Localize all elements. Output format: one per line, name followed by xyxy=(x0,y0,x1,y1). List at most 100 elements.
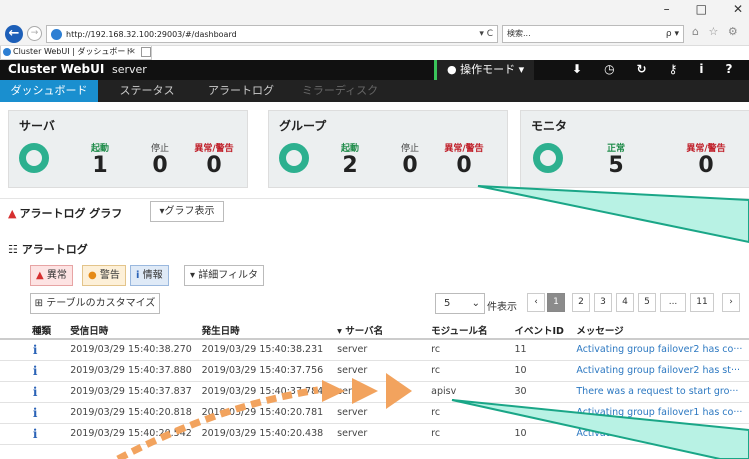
info-icon: i xyxy=(0,339,71,361)
pager-page-11[interactable]: 11 xyxy=(690,293,714,312)
pager-page-3[interactable]: 3 xyxy=(594,293,612,312)
cell-server: server xyxy=(323,402,432,424)
cell-message[interactable]: Activating group failover2 has co··· xyxy=(576,339,749,361)
group-error-count: 0 xyxy=(456,153,472,178)
table-icon: ⊞ xyxy=(34,298,44,309)
filter-warning-label: 警告 xyxy=(99,270,120,281)
server-card[interactable]: サーバ 起動 1 停止 0 異常/警告 0 xyxy=(8,110,248,188)
monitor-card[interactable]: モニタ 正常 5 異常/警告 0 xyxy=(520,110,749,188)
filter-warning-button[interactable]: ● 警告 xyxy=(82,265,126,286)
maximize-button[interactable]: □ xyxy=(696,2,707,16)
cell-message[interactable]: There was a request to start gro··· xyxy=(576,381,749,403)
cell-event-id: 30 xyxy=(514,381,577,403)
cell-module: rc xyxy=(431,360,515,382)
cell-message[interactable]: Activating group failover2 has st··· xyxy=(576,360,749,382)
close-window-button[interactable]: ✕ xyxy=(733,2,743,16)
error-icon: ▲ xyxy=(36,270,44,281)
download-icon[interactable]: ⬇ xyxy=(572,62,582,76)
cell-occurred: 2019/03/29 15:40:37.756 xyxy=(201,360,324,382)
pager-page-5[interactable]: 5 xyxy=(638,293,656,312)
alertlog-graph-section: ▲ アラートログ グラフ ▾グラフ表示 xyxy=(0,198,749,225)
new-tab-icon[interactable] xyxy=(141,47,151,57)
reload-icon[interactable]: ↻ xyxy=(637,62,647,76)
group-card[interactable]: グループ 起動 2 停止 0 異常/警告 0 xyxy=(268,110,508,188)
alertlog-graph-title-text: アラートログ グラフ xyxy=(19,207,123,220)
monitor-error-label: 異常/警告 xyxy=(686,144,726,154)
pager-ellipsis: ... xyxy=(660,293,686,312)
tab-dashboard[interactable]: ダッシュボード xyxy=(0,80,98,102)
browser-search-input[interactable]: 検索... ρ ▾ xyxy=(502,25,684,43)
server-stopped-stat: 停止 0 xyxy=(135,141,185,179)
table-row[interactable]: i 2019/03/29 15:40:37.880 2019/03/29 15:40… xyxy=(0,360,749,382)
monitor-normal-stat: 正常 5 xyxy=(591,141,641,179)
minimize-button[interactable]: – xyxy=(664,2,670,16)
cell-event-id: 11 xyxy=(514,339,577,361)
pager-page-2[interactable]: 2 xyxy=(572,293,590,312)
detail-filter-button[interactable]: ▾ 詳細フィルタ xyxy=(184,265,264,286)
browser-toolbar: – □ ✕ ← → http://192.168.32.100:29003/#/… xyxy=(0,0,749,46)
tab-alertlog[interactable]: アラートログ xyxy=(196,80,286,102)
col-server[interactable]: ▾ サーバ名 xyxy=(323,322,432,340)
pager-page-1[interactable]: 1 xyxy=(547,293,565,312)
main-menu: ダッシュボード ステータス アラートログ ミラーディスク xyxy=(0,80,749,102)
page-size-value: 5 xyxy=(444,298,451,309)
user-icon: ● xyxy=(447,63,457,76)
cell-message[interactable]: Activating group failover1 has co··· xyxy=(576,402,749,424)
server-error-label: 異常/警告 xyxy=(194,144,234,154)
key-icon[interactable]: ⚷ xyxy=(669,62,678,76)
browser-search-placeholder: 検索... xyxy=(507,29,531,38)
group-error-stat: 異常/警告 0 xyxy=(439,141,489,179)
summary-area: サーバ 起動 1 停止 0 異常/警告 0 グループ 起動 2 停止 0 異常/… xyxy=(0,102,749,198)
table-row[interactable]: i 2019/03/29 15:40:20.818 2019/03/29 15:40… xyxy=(0,402,749,424)
cell-module: rc xyxy=(431,402,515,424)
table-row[interactable]: i 2019/03/29 15:40:37.837 2019/03/29 15:40… xyxy=(0,381,749,403)
col-event-id[interactable]: イベントID xyxy=(514,322,577,340)
page-size-select[interactable]: 5 ⌄ xyxy=(435,293,485,314)
table-row[interactable]: i 2019/03/29 15:40:20.542 2019/03/29 15:40… xyxy=(0,423,749,445)
cell-module: apisv xyxy=(431,381,515,403)
pager-page-4[interactable]: 4 xyxy=(616,293,634,312)
search-icon[interactable]: ρ ▾ xyxy=(666,26,679,42)
col-received[interactable]: 受信日時 xyxy=(70,322,202,340)
pager-prev[interactable]: ‹ xyxy=(527,293,545,312)
browser-tab[interactable]: Cluster WebUI | ダッシュボード ✕ xyxy=(0,46,152,60)
server-status-ring-icon xyxy=(19,143,49,173)
cell-received: 2019/03/29 15:40:20.542 xyxy=(70,423,202,445)
back-arrow-icon[interactable]: ← xyxy=(5,25,23,43)
operation-mode-dropdown[interactable]: ● 操作モード ▾ xyxy=(434,60,534,80)
info-icon[interactable]: i xyxy=(699,62,703,76)
info-icon: i xyxy=(136,270,140,281)
group-status-ring-icon xyxy=(279,143,309,173)
tab-close-icon[interactable]: ✕ xyxy=(129,46,136,58)
app-title: Cluster WebUI xyxy=(8,62,105,76)
table-row[interactable]: i 2019/03/29 15:40:38.270 2019/03/29 15:40… xyxy=(0,339,749,361)
pager-next[interactable]: › xyxy=(722,293,740,312)
clock-icon[interactable]: ◷ xyxy=(604,62,614,76)
tab-status[interactable]: ステータス xyxy=(106,80,188,102)
col-message[interactable]: メッセージ xyxy=(576,322,749,340)
browser-tab-title: Cluster WebUI | ダッシュボード xyxy=(13,47,134,56)
graph-toggle-button[interactable]: ▾グラフ表示 xyxy=(150,201,224,222)
forward-arrow-icon[interactable]: → xyxy=(27,26,42,41)
cell-received: 2019/03/29 15:40:38.270 xyxy=(70,339,202,361)
group-stopped-count: 0 xyxy=(402,153,418,178)
col-occurred[interactable]: 発生日時 xyxy=(201,322,324,340)
tab-favicon-icon xyxy=(3,48,11,56)
col-module[interactable]: モジュール名 xyxy=(431,322,515,340)
alertlog-table: 種類 受信日時 発生日時 ▾ サーバ名 モジュール名 イベントID メッセージ … xyxy=(0,322,749,445)
server-error-stat: 異常/警告 0 xyxy=(189,141,239,179)
help-icon[interactable]: ? xyxy=(726,62,733,76)
refresh-icon[interactable]: ▾ C xyxy=(479,29,493,39)
group-card-title: グループ xyxy=(279,119,327,133)
browser-tools-icons[interactable]: ⌂ ☆ ⚙ xyxy=(692,25,741,38)
server-running-label: 起動 xyxy=(90,144,109,154)
cell-server: server xyxy=(323,360,432,382)
table-customize-button[interactable]: ⊞ テーブルのカスタマイズ xyxy=(30,293,160,314)
address-bar[interactable]: http://192.168.32.100:29003/#/dashboard … xyxy=(46,25,498,43)
filter-error-button[interactable]: ▲ 異常 xyxy=(30,265,73,286)
info-icon: i xyxy=(0,402,71,424)
col-kind[interactable]: 種類 xyxy=(0,322,71,340)
info-icon: i xyxy=(0,423,71,445)
cell-message[interactable]: Activating group failover1 has st··· xyxy=(576,423,749,445)
filter-info-button[interactable]: i 情報 xyxy=(130,265,169,286)
